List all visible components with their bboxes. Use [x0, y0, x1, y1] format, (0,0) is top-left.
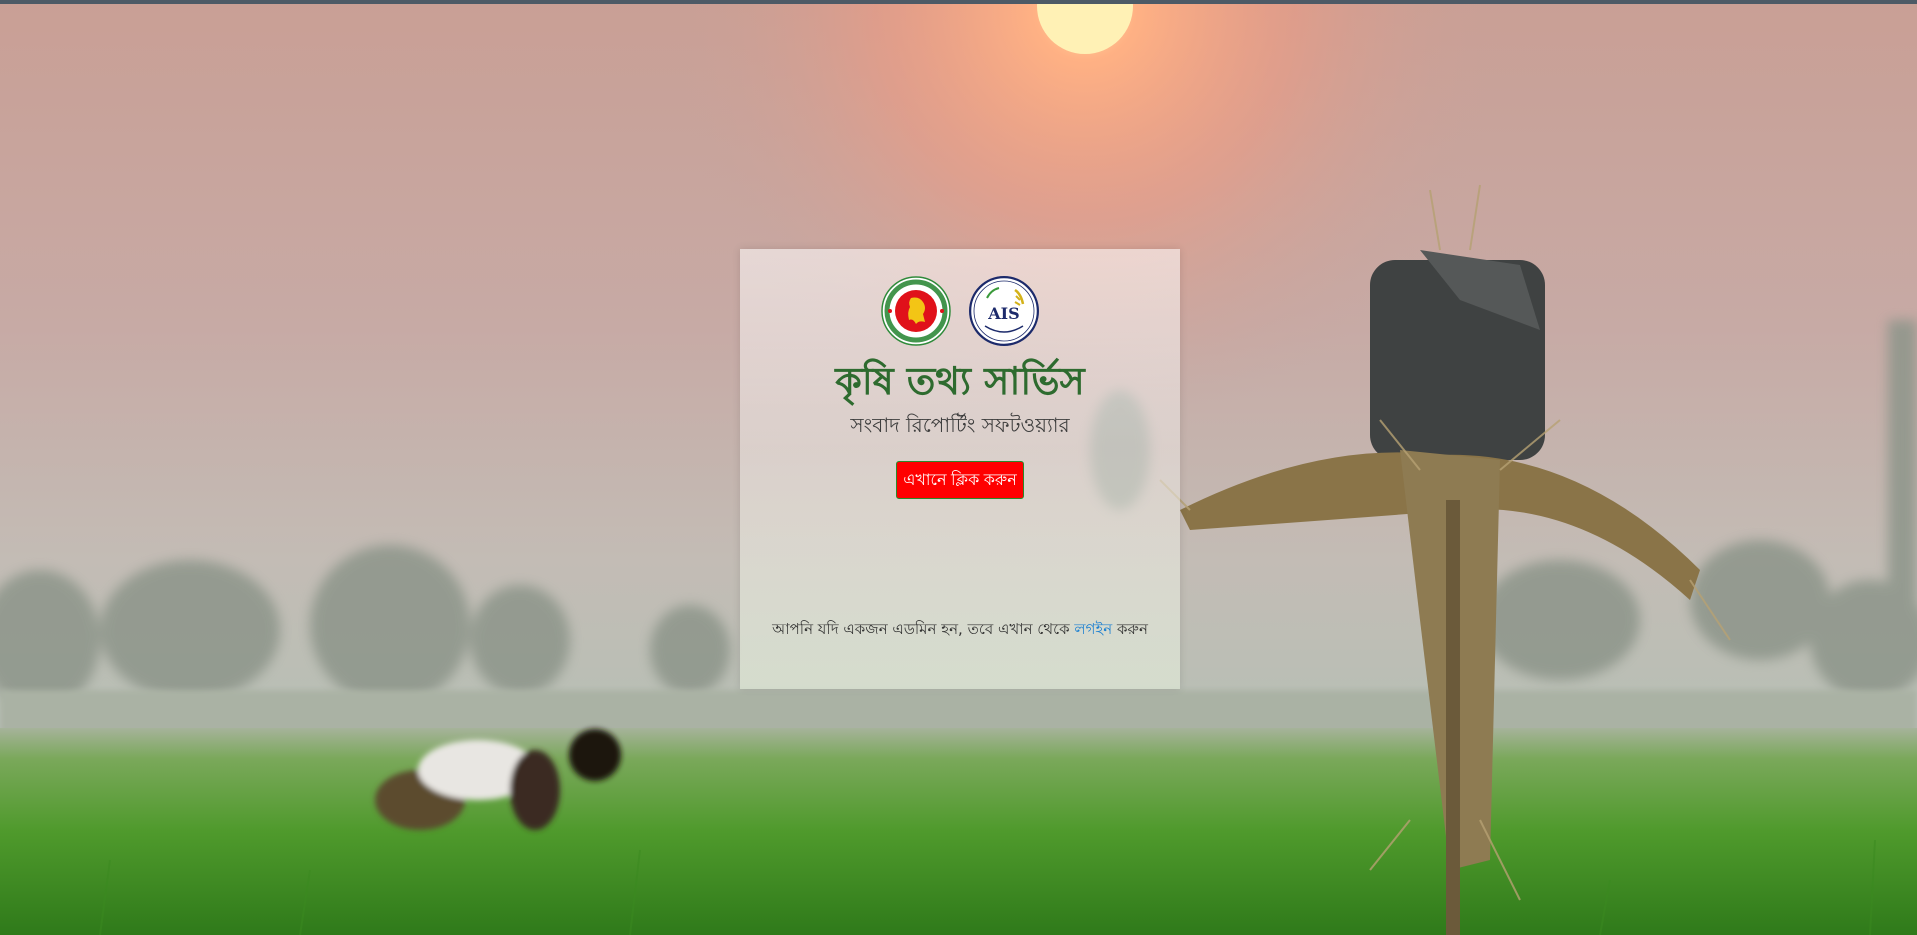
admin-note-suffix: করুন	[1112, 620, 1148, 638]
page-title: কৃষি তথ্য সার্ভিস	[835, 358, 1085, 403]
admin-login-note: আপনি যদি একজন এডমিন হন, তবে এখান থেকে লগ…	[740, 619, 1180, 639]
bangladesh-government-seal-icon	[881, 276, 951, 346]
logo-row: AIS	[740, 276, 1180, 346]
click-here-button[interactable]: এখানে ক্লিক করুন	[896, 461, 1024, 499]
top-bar	[0, 0, 1917, 4]
page-subtitle: সংবাদ রিপোর্টিং সফটওয়্যার	[850, 413, 1070, 437]
ais-logo-icon: AIS	[969, 276, 1039, 346]
admin-note-text: আপনি যদি একজন এডমিন হন, তবে এখান থেকে	[772, 620, 1075, 638]
svg-text:AIS: AIS	[987, 304, 1019, 323]
intro-card: AIS কৃষি তথ্য সার্ভিস সংবাদ রিপোর্টিং সফ…	[740, 249, 1180, 689]
admin-login-link[interactable]: লগইন	[1074, 620, 1112, 638]
